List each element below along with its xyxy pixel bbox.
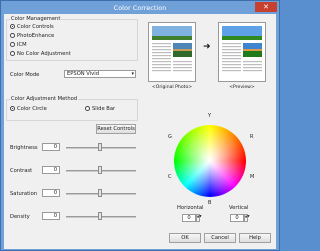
slider-label: Density bbox=[10, 214, 30, 220]
density-value-field[interactable]: 0 bbox=[42, 212, 60, 220]
color-mode-value: EPSON Vivid bbox=[67, 71, 99, 77]
wheel-label-r: R bbox=[250, 134, 254, 140]
radio-label: Color Controls bbox=[17, 23, 54, 30]
radio-photoenhance[interactable]: PhotoEnhance bbox=[10, 32, 54, 39]
title-bar: Color Correction ✕ bbox=[1, 1, 279, 14]
wheel-label-y: Y bbox=[208, 113, 212, 119]
radio-label: ICM bbox=[17, 41, 27, 48]
radio-slide-bar[interactable]: Slide Bar bbox=[85, 105, 115, 112]
slider-label: Saturation bbox=[10, 191, 38, 197]
adjustment-method-title: Color Adjustment Method bbox=[10, 96, 79, 102]
adjustment-method-group: Color Adjustment Method Color Circle Sli… bbox=[6, 96, 138, 121]
color-circle[interactable] bbox=[174, 125, 246, 197]
color-mode-select[interactable]: EPSON Vivid ▾ bbox=[64, 70, 136, 78]
wheel-label-c: C bbox=[168, 174, 172, 180]
vertical-label: Vertical bbox=[229, 205, 249, 211]
horizontal-value-field[interactable]: 0 bbox=[182, 214, 196, 222]
preview-caption: <Preview> bbox=[229, 85, 255, 90]
slider-thumb[interactable] bbox=[98, 143, 102, 151]
ok-button[interactable]: OK bbox=[169, 233, 201, 243]
original-photo-thumbnail bbox=[148, 22, 196, 82]
slider-thumb[interactable] bbox=[98, 212, 102, 220]
radio-label: No Color Adjustment bbox=[17, 50, 71, 57]
radio-icm[interactable]: ICM bbox=[10, 41, 27, 48]
horizontal-spin-button[interactable]: ▲▼ bbox=[196, 214, 202, 222]
color-mode-label: Color Mode bbox=[10, 72, 40, 78]
radio-icon[interactable] bbox=[10, 42, 15, 47]
slider-label: Contrast bbox=[10, 168, 33, 174]
sample-page-image bbox=[222, 26, 262, 72]
radio-icon[interactable] bbox=[10, 51, 15, 56]
radio-no-color-adjustment[interactable]: No Color Adjustment bbox=[10, 50, 71, 57]
radio-color-controls[interactable]: Color Controls bbox=[10, 23, 54, 30]
color-management-title: Color Management bbox=[10, 16, 62, 22]
window-title: Color Correction bbox=[113, 4, 167, 12]
horizontal-label: Horizontal bbox=[177, 205, 204, 211]
wheel-label-b: B bbox=[208, 200, 212, 206]
radio-icon[interactable] bbox=[10, 106, 15, 111]
slider-thumb[interactable] bbox=[98, 166, 102, 174]
color-correction-window: Color Correction ✕ Color Management Colo… bbox=[0, 0, 280, 251]
radio-icon[interactable] bbox=[10, 24, 15, 29]
radio-label: Color Circle bbox=[17, 105, 47, 112]
slider-thumb[interactable] bbox=[98, 189, 102, 197]
slider-label: Brightness bbox=[10, 145, 38, 151]
chevron-down-icon: ▾ bbox=[131, 71, 134, 77]
wheel-label-g: G bbox=[168, 134, 172, 140]
radio-icon[interactable] bbox=[10, 33, 15, 38]
close-icon[interactable]: ✕ bbox=[255, 2, 277, 12]
vertical-spin-button[interactable]: ▲▼ bbox=[244, 214, 250, 222]
arrow-right-icon: ➜ bbox=[203, 42, 211, 52]
wheel-label-m: M bbox=[250, 174, 255, 180]
help-button[interactable]: Help bbox=[239, 233, 271, 243]
original-photo-caption: <Original Photo> bbox=[151, 85, 193, 90]
dialog-body: Color Management Color Controls PhotoEnh… bbox=[4, 14, 276, 249]
radio-label: PhotoEnhance bbox=[17, 32, 55, 39]
brightness-value-field[interactable]: 0 bbox=[42, 143, 60, 151]
contrast-value-field[interactable]: 0 bbox=[42, 166, 60, 174]
preview-thumbnail bbox=[218, 22, 266, 82]
saturation-value-field[interactable]: 0 bbox=[42, 189, 60, 197]
color-management-group: Color Management Color Controls PhotoEnh… bbox=[6, 16, 138, 61]
reset-controls-button[interactable]: Reset Controls bbox=[96, 124, 136, 134]
radio-label: Slide Bar bbox=[92, 105, 116, 112]
radio-icon[interactable] bbox=[85, 106, 90, 111]
radio-color-circle[interactable]: Color Circle bbox=[10, 105, 47, 112]
vertical-value-field[interactable]: 0 bbox=[230, 214, 244, 222]
cancel-button[interactable]: Cancel bbox=[204, 233, 236, 243]
sample-page-image bbox=[152, 26, 192, 72]
